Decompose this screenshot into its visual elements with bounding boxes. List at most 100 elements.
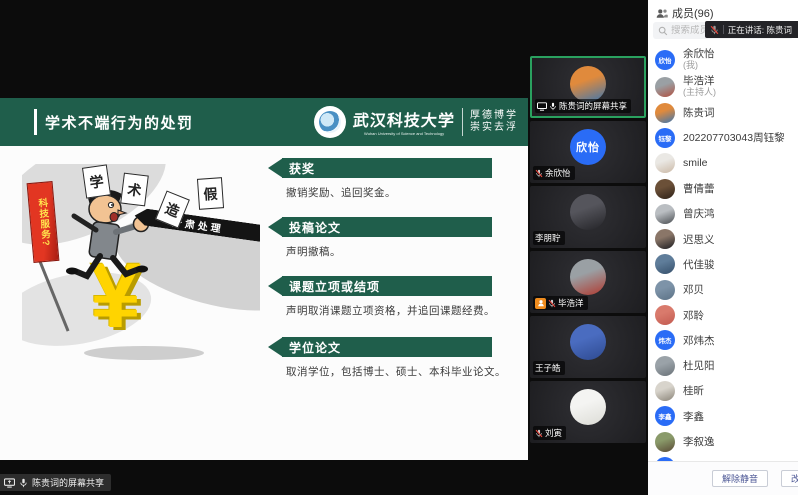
host-badge-icon (535, 298, 546, 309)
rename-button[interactable]: 改名 (781, 470, 798, 487)
member-row[interactable]: 代佳骏 (648, 252, 798, 277)
avatar (655, 356, 675, 376)
search-icon (658, 26, 668, 36)
members-panel-footer: 解除静音 改名 (648, 461, 798, 495)
university-motto: 厚德博学 崇实去浮 (470, 110, 518, 134)
slide-item-submission: 投稿论文 声明撤稿。 (268, 217, 494, 259)
item-heading: 课题立项或结项 (282, 276, 492, 296)
title-accent-bar (34, 109, 37, 135)
avatar: 李鑫 (655, 406, 675, 426)
avatar (655, 280, 675, 300)
member-row[interactable]: 毕浩洋(主持人) (648, 73, 798, 100)
presentation-slide: 学术不端行为的处罚 武汉科技大学 Wuhan University of Sci… (0, 98, 528, 460)
members-panel: 成员(96) 正在讲话: 陈贵词 欣怡 余欣怡(我) (648, 0, 798, 495)
member-row[interactable]: smile (648, 151, 798, 176)
unmute-button[interactable]: 解除静音 (712, 470, 768, 487)
member-list[interactable]: 欣怡 余欣怡(我) 毕浩洋(主持人) 陈贵词 钰黎 202207703043周钰… (648, 46, 798, 461)
video-thumbnail[interactable]: 王子皓 (530, 316, 646, 378)
member-row[interactable]: 钰黎 202207703043周钰黎 (648, 125, 798, 150)
avatar: 欣怡 (570, 129, 606, 165)
avatar (655, 229, 675, 249)
slide-item-thesis: 学位论文 取消学位，包括博士、硕士、本科毕业论文。 (268, 337, 494, 379)
screen-share-icon (537, 102, 547, 111)
member-row[interactable]: 邓贝 (648, 277, 798, 302)
avatar: 钰黎 (655, 128, 675, 148)
university-name-en: Wuhan University of Science and Technolo… (364, 132, 444, 137)
item-body: 声明撤稿。 (286, 244, 494, 259)
video-thumbnail-host[interactable]: 毕浩洋 (530, 251, 646, 313)
thumbnail-label: 王子皓 (535, 362, 561, 374)
item-heading: 获奖 (282, 158, 492, 178)
university-logo (314, 106, 346, 138)
member-name: 邓炜杰 (683, 333, 715, 348)
triangle-bullet-icon (268, 217, 283, 237)
member-row[interactable]: 炜杰 邓炜杰 (648, 328, 798, 353)
members-count: 成员(96) (672, 5, 714, 21)
member-row[interactable] (648, 454, 798, 461)
video-thumbnail[interactable]: 李朋聍 (530, 186, 646, 248)
members-panel-header: 成员(96) (656, 5, 714, 21)
avatar (655, 432, 675, 452)
slide-title: 学术不端行为的处罚 (45, 112, 194, 133)
money-shadow (84, 346, 204, 360)
speaking-toast-text: 正在讲话: 陈贵词 (728, 24, 792, 36)
paper-card: 学 (82, 164, 111, 198)
avatar (570, 324, 606, 360)
screen-share-indicator: 陈贵词的屏幕共享 (0, 474, 111, 491)
mic-muted-icon (535, 169, 543, 178)
mic-icon (19, 478, 28, 488)
cartoon-illustration: 科技服务? ¥ (22, 164, 260, 366)
member-row[interactable]: 迟思义 (648, 226, 798, 251)
thumbnail-label: 余欣怡 (545, 167, 571, 179)
member-name: 李叙逸 (683, 434, 715, 449)
avatar (570, 194, 606, 230)
member-name: 杜见阳 (683, 358, 715, 373)
thumbnail-label: 陈贵词的屏幕共享 (559, 100, 627, 112)
member-row[interactable]: 欣怡 余欣怡(我) (648, 46, 798, 73)
member-name: 邓聆 (683, 308, 704, 323)
member-name: 毕浩洋 (683, 76, 716, 87)
avatar (655, 305, 675, 325)
member-row[interactable]: 桂昕 (648, 378, 798, 403)
member-row[interactable]: 曾庆鸿 (648, 201, 798, 226)
avatar (655, 77, 675, 97)
members-icon (656, 8, 668, 19)
speaking-toast: 正在讲话: 陈贵词 (705, 21, 798, 38)
video-thumbnail[interactable]: 刘寅 (530, 381, 646, 443)
member-name: 陈贵词 (683, 105, 715, 120)
paper-card: 假 (197, 177, 224, 210)
thumbnail-label: 李朋聍 (535, 232, 561, 244)
member-row[interactable]: 李叙逸 (648, 429, 798, 454)
avatar (570, 259, 606, 295)
member-row[interactable]: 邓聆 (648, 302, 798, 327)
member-row[interactable]: 陈贵词 (648, 100, 798, 125)
mic-muted-icon (548, 299, 556, 308)
item-heading: 投稿论文 (282, 217, 492, 237)
screen-share-icon (4, 478, 15, 488)
member-role: (我) (683, 60, 715, 71)
triangle-bullet-icon (268, 276, 283, 296)
member-row[interactable]: 杜见阳 (648, 353, 798, 378)
header-divider (462, 108, 463, 136)
triangle-bullet-icon (268, 337, 283, 357)
member-name: 202207703043周钰黎 (683, 130, 785, 145)
mic-muted-icon (710, 25, 719, 35)
avatar (655, 103, 675, 123)
member-name: 桂昕 (683, 383, 704, 398)
avatar (655, 153, 675, 173)
avatar (655, 204, 675, 224)
member-name: 曹倩蕾 (683, 181, 715, 196)
item-heading: 学位论文 (282, 337, 492, 357)
mic-icon (549, 102, 557, 111)
member-role: (主持人) (683, 87, 716, 98)
video-thumbnail[interactable]: 欣怡 余欣怡 (530, 121, 646, 183)
cartoon-man (58, 186, 173, 306)
meeting-app: 学术不端行为的处罚 武汉科技大学 Wuhan University of Sci… (0, 0, 798, 495)
slide-item-project: 课题立项或结项 声明取消课题立项资格，并追回课题经费。 (268, 276, 494, 318)
member-row[interactable]: 曹倩蕾 (648, 176, 798, 201)
slide-item-award: 获奖 撤销奖励、追回奖金。 (268, 158, 494, 200)
video-thumbnail-presenter[interactable]: 陈贵词的屏幕共享 (530, 56, 646, 118)
item-body: 撤销奖励、追回奖金。 (286, 185, 494, 200)
member-row[interactable]: 李鑫 李鑫 (648, 404, 798, 429)
avatar: 炜杰 (655, 330, 675, 350)
